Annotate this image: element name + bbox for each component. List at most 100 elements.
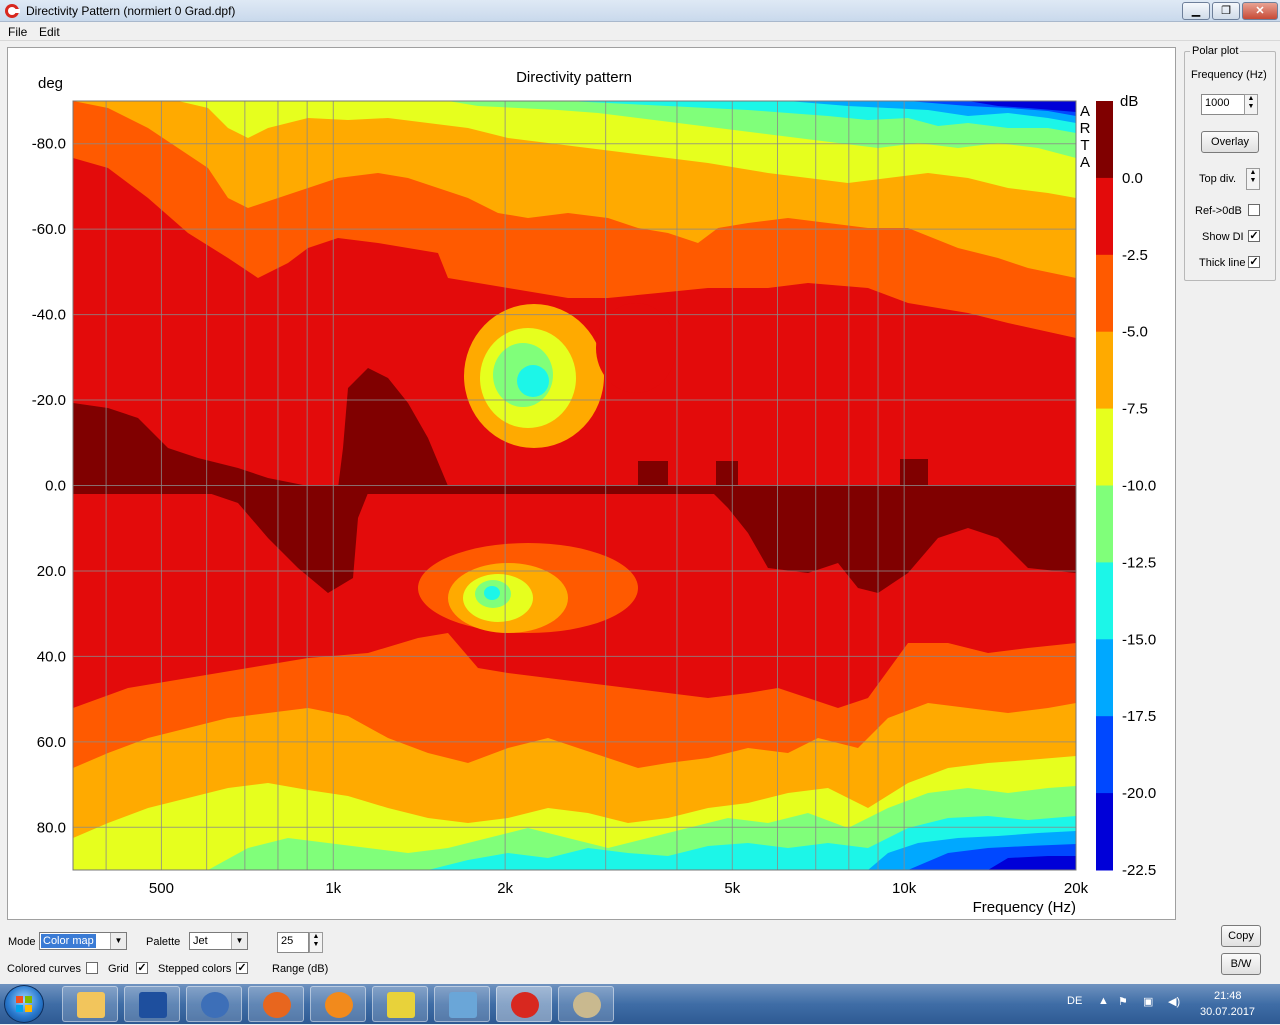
heatmap-notch-2 [716, 461, 738, 487]
thick-line-checkbox[interactable]: ✓ [1248, 256, 1260, 268]
minimize-button[interactable]: ▁ [1182, 2, 1210, 20]
frequency-input[interactable]: 1000 [1201, 94, 1245, 115]
colorbar-label: -20.0 [1122, 785, 1156, 802]
colorbar-label: -12.5 [1122, 554, 1156, 571]
taskbar-explorer[interactable] [62, 986, 118, 1022]
palette-label: Palette [146, 936, 181, 948]
title-bar: Directivity Pattern (normiert 0 Grad.dpf… [0, 0, 1280, 22]
stepped-colors-label: Stepped colors [158, 963, 232, 975]
picture-icon [449, 992, 477, 1018]
mode-label: Mode [8, 936, 36, 948]
flag-icon[interactable]: ⚑ [1118, 995, 1128, 1008]
taskbar-photo-viewer[interactable] [434, 986, 490, 1022]
y-tick-label: -20.0 [32, 392, 66, 409]
colorbar-band [1096, 101, 1113, 179]
heatmap-spot-red [596, 303, 676, 393]
palette-icon [573, 992, 601, 1018]
clock-time[interactable]: 21:48 [1214, 990, 1242, 1002]
colored-curves-checkbox[interactable] [86, 962, 98, 974]
start-button[interactable] [4, 985, 44, 1023]
range-label: Range (dB) [272, 963, 329, 975]
arta-icon [511, 992, 539, 1018]
plot-title: Directivity pattern [516, 69, 632, 86]
grid-checkbox[interactable]: ✓ [136, 962, 148, 974]
x-tick-label: 500 [149, 880, 174, 897]
colorbar-label: -7.5 [1122, 401, 1148, 418]
taskbar-thunderbird[interactable] [186, 986, 242, 1022]
y-unit-label: deg [38, 75, 63, 92]
plot-panel: Directivity pattern deg Frequency (Hz) 5… [7, 47, 1176, 920]
range-spinner[interactable]: ▲ ▼ [309, 932, 323, 953]
directivity-plot: Directivity pattern deg Frequency (Hz) 5… [32, 69, 1156, 916]
x-tick-label: 1k [325, 880, 341, 897]
grid-label: Grid [108, 963, 129, 975]
polar-plot-group [1184, 51, 1276, 281]
taskbar-speaker-app[interactable] [372, 986, 428, 1022]
folder-icon [77, 992, 105, 1018]
maximize-button[interactable]: ❐ [1212, 2, 1240, 20]
x-tick-label: 5k [724, 880, 740, 897]
frequency-spinner[interactable]: ▲ ▼ [1244, 94, 1258, 115]
colorbar-band [1096, 254, 1113, 333]
watermark-letter: A [1080, 103, 1090, 120]
clock-date[interactable]: 30.07.2017 [1200, 1006, 1255, 1018]
heatmap-lower-bubble-cyan [484, 586, 500, 600]
window-title: Directivity Pattern (normiert 0 Grad.dpf… [26, 4, 236, 18]
tray-arrow-icon[interactable]: ▲ [1098, 995, 1109, 1007]
palette-select[interactable]: Jet ▼ [189, 932, 248, 950]
mode-select[interactable]: Color map ▼ [39, 932, 127, 950]
taskbar: DE ▲ ⚑ ▣ ◀) 21:48 30.07.2017 [0, 984, 1280, 1024]
colorbar-label: 0.0 [1122, 170, 1143, 187]
chevron-down-icon: ▼ [110, 933, 126, 949]
y-tick-label: -60.0 [32, 221, 66, 238]
copy-button[interactable]: Copy [1221, 925, 1261, 947]
taskbar-arta[interactable] [496, 986, 552, 1022]
colorbar-band [1096, 716, 1113, 794]
windows-logo-icon [16, 996, 32, 1012]
colorbar-label: -17.5 [1122, 708, 1156, 725]
x-axis-label: Frequency (Hz) [973, 899, 1076, 916]
colorbar-label: -5.0 [1122, 324, 1148, 341]
x-tick-label: 2k [497, 880, 513, 897]
palette-select-value: Jet [193, 935, 208, 947]
arta-app-icon [5, 4, 20, 18]
play-icon [325, 992, 353, 1018]
colorbar-label: -22.5 [1122, 862, 1156, 879]
colorbar-band [1096, 177, 1113, 256]
top-div-spinner[interactable]: ▲ ▼ [1246, 168, 1260, 190]
top-div-label: Top div. [1199, 173, 1237, 185]
taskbar-media-player[interactable] [310, 986, 366, 1022]
volume-icon[interactable]: ◀) [1168, 995, 1180, 1008]
overlay-button[interactable]: Overlay [1201, 131, 1259, 153]
taskbar-paint[interactable] [558, 986, 614, 1022]
taskbar-app-2[interactable] [124, 986, 180, 1022]
stepped-colors-checkbox[interactable]: ✓ [236, 962, 248, 974]
bw-button[interactable]: B/W [1221, 953, 1261, 975]
taskbar-firefox[interactable] [248, 986, 304, 1022]
range-input[interactable]: 25 [277, 932, 309, 953]
firefox-icon [263, 992, 291, 1018]
language-indicator[interactable]: DE [1067, 995, 1082, 1007]
close-button[interactable]: ✕ [1242, 2, 1278, 20]
y-tick-label: 20.0 [37, 563, 66, 580]
menu-bar: File Edit [0, 22, 1280, 41]
colorbar-band [1096, 639, 1113, 717]
x-tick-label: 20k [1064, 880, 1089, 897]
ref-0db-checkbox[interactable] [1248, 204, 1260, 216]
y-tick-label: -40.0 [32, 307, 66, 324]
colorbar: 0.0 -2.5 -5.0 -7.5 -10.0 -12.5 -15.0 -17.5 -20.0… [1096, 101, 1156, 879]
y-tick-label: -80.0 [32, 136, 66, 153]
y-tick-label: 0.0 [45, 478, 66, 495]
app-window-icon [139, 992, 167, 1018]
menu-file[interactable]: File [8, 25, 27, 39]
colorbar-label: -2.5 [1122, 247, 1148, 264]
y-tick-labels: -80.0 -60.0 -40.0 -20.0 0.0 20.0 40.0 60.0 80.0 [32, 136, 66, 837]
x-tick-label: 10k [892, 880, 917, 897]
menu-edit[interactable]: Edit [39, 25, 60, 39]
network-icon[interactable]: ▣ [1143, 995, 1153, 1008]
show-di-checkbox[interactable]: ✓ [1248, 230, 1260, 242]
colorbar-label: -15.0 [1122, 631, 1156, 648]
colored-curves-label: Colored curves [7, 963, 81, 975]
colorbar-label: -10.0 [1122, 478, 1156, 495]
polar-plot-group-title: Polar plot [1190, 45, 1241, 57]
